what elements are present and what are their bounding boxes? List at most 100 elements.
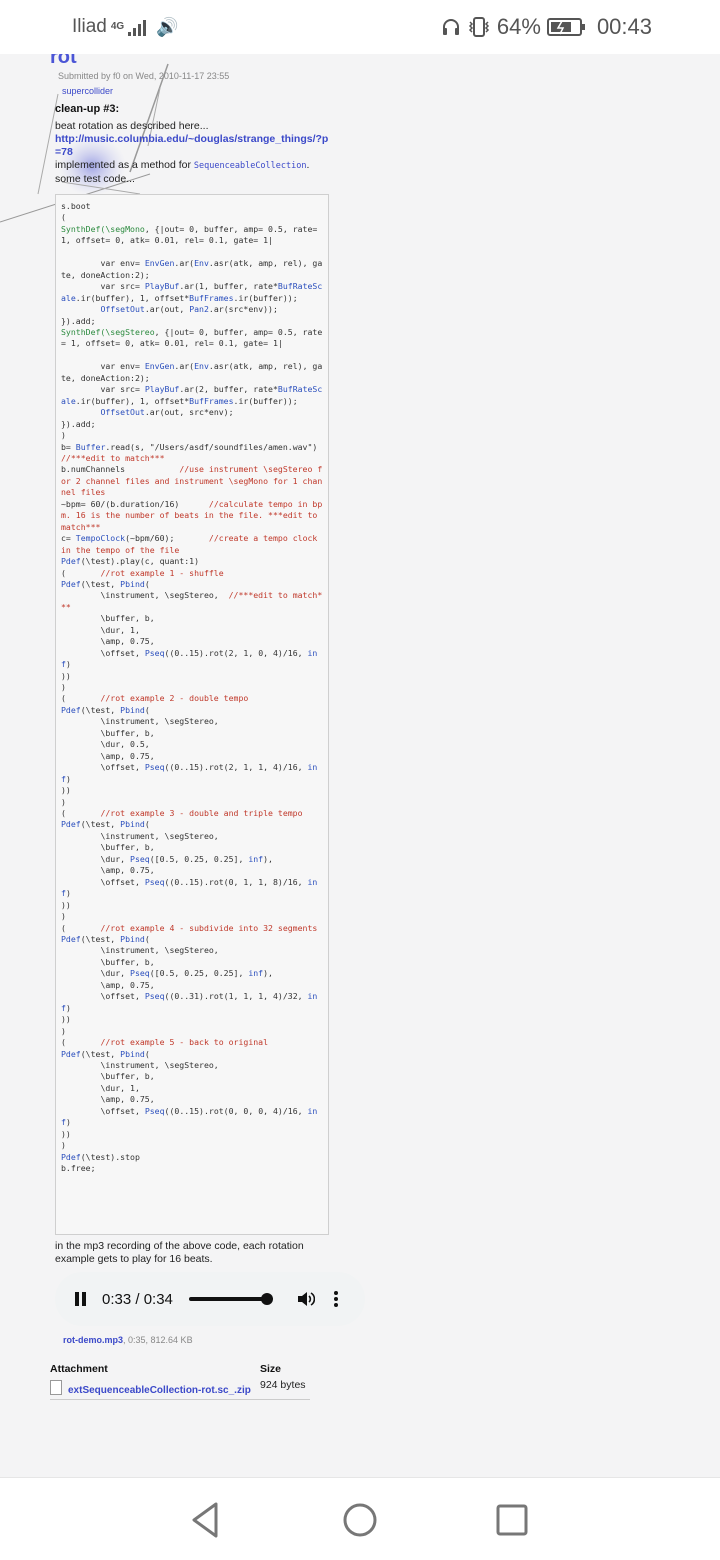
status-bar: Iliad 4G 🔊 64% 00:43	[0, 0, 720, 54]
code-line: Pdef(\test, Pbind(	[61, 819, 150, 830]
code-line: )	[61, 796, 66, 807]
status-right: 64% 00:43	[441, 14, 652, 40]
code-line: SynthDef(\segMono, {|out= 0, buffer, amp…	[61, 223, 323, 246]
code-line: ))	[61, 785, 71, 796]
code-line: ))	[61, 1128, 71, 1139]
recording-note: in the mp3 recording of the above code, …	[55, 1240, 304, 1265]
code-line: OffsetOut.ar(out, Pan2.ar(src*env));	[100, 304, 278, 315]
volume-status-icon: 🔊	[156, 16, 179, 37]
code-line: \buffer, b,	[61, 956, 155, 967]
code-line: }).add;	[61, 315, 96, 326]
code-line: b= Buffer.read(s, "/Users/asdf/soundfile…	[61, 441, 328, 463]
code-line: )	[61, 430, 66, 441]
code-line: \amp, 0.75,	[61, 1094, 155, 1105]
code-line: \instrument, \segStereo,	[61, 830, 219, 841]
code-line: OffsetOut.ar(out, src*env);	[100, 407, 234, 418]
status-left: Iliad 4G 🔊	[72, 16, 179, 38]
code-line: \amp, 0.75,	[61, 865, 155, 876]
code-line: \dur, Pseq([0.5, 0.25, 0.25], inf),	[61, 968, 273, 979]
code-line: \buffer, b,	[61, 842, 155, 853]
battery-percent: 64%	[496, 14, 541, 39]
clock: 00:43	[596, 14, 652, 39]
nav-home-icon[interactable]	[338, 1498, 382, 1542]
code-line: )	[61, 682, 66, 693]
code-line: \offset, Pseq((0..15).rot(2, 1, 1, 4)/16…	[61, 762, 318, 784]
pause-icon[interactable]	[75, 1292, 87, 1306]
code-line: b.numChannels //use instrument \segStere…	[61, 464, 323, 498]
attachment-size: 924 bytes	[260, 1379, 306, 1391]
code-line: c= TempoClock(~bpm/60); //create a tempo…	[61, 533, 323, 555]
code-line: \dur, 0.5,	[61, 739, 150, 750]
code-line: )	[61, 911, 66, 922]
column-attachment: Attachment	[50, 1363, 108, 1375]
code-line: \instrument, \segStereo, //***edit to ma…	[61, 590, 323, 612]
code-line: Pdef(\test, Pbind(	[61, 934, 150, 944]
code-line: ( //rot example 4 - subdivide into 32 se…	[61, 922, 318, 933]
code-line: ))	[61, 899, 71, 910]
code-line: )	[61, 1025, 66, 1036]
code-line: \amp, 0.75,	[61, 636, 155, 647]
code-line: \buffer, b,	[61, 727, 155, 738]
code-line: Pdef(\test, Pbind(	[61, 578, 150, 589]
network-type: 4G	[110, 21, 125, 32]
code-line: var src= PlayBuf.ar(1, buffer, rate*BufR…	[61, 281, 323, 303]
code-line: var env= EnvGen.ar(Env.asr(atk, amp, rel…	[61, 258, 323, 280]
attachments-table: Attachment Size extSequenceableCollectio…	[50, 1363, 310, 1400]
code-line: ( //rot example 1 - shuffle	[61, 567, 224, 578]
more-vert-icon[interactable]	[333, 1290, 339, 1308]
code-line: )	[61, 1140, 66, 1151]
post-heading: clean-up #3:	[55, 103, 120, 115]
attachment-link[interactable]: extSequenceableCollection-rot.sc_.zip	[68, 1385, 260, 1396]
code-line: Pdef(\test).play(c, quant:1)	[61, 556, 200, 567]
code-line: s.boot	[61, 201, 91, 211]
nav-recent-icon[interactable]	[490, 1498, 534, 1542]
carrier-name: Iliad	[72, 16, 107, 37]
code-line: ( //rot example 2 - double tempo	[61, 693, 249, 704]
code-line: var src= PlayBuf.ar(2, buffer, rate*BufR…	[61, 384, 323, 406]
code-line: ( //rot example 5 - back to original	[61, 1037, 269, 1048]
article-link[interactable]: http://music.columbia.edu/~douglas/stran…	[55, 133, 328, 158]
audio-player[interactable]: 0:33 / 0:34	[55, 1272, 365, 1326]
code-line: \instrument, \segStereo,	[61, 716, 219, 727]
class-name: SequenceableCollection	[193, 161, 307, 171]
code-line: b.free;	[61, 1163, 96, 1174]
code-line: SynthDef(\segStereo, {|out= 0, buffer, a…	[61, 326, 323, 349]
code-line: \dur, Pseq([0.5, 0.25, 0.25], inf),	[61, 853, 273, 864]
description-line: beat rotation as described here...	[55, 120, 209, 132]
signal-icon	[128, 18, 147, 36]
attachment-row: extSequenceableCollection-rot.sc_.zip 92…	[50, 1379, 310, 1400]
audio-file-info: rot-demo.mp3, 0:35, 812.64 KB	[63, 1335, 193, 1345]
vibrate-icon	[468, 17, 489, 37]
code-line: Pdef(\test).stop	[61, 1151, 140, 1162]
code-line: \instrument, \segStereo,	[61, 1059, 219, 1070]
seek-handle[interactable]	[260, 1293, 273, 1305]
code-block[interactable]: s.boot ( SynthDef(\segMono, {|out= 0, bu…	[55, 194, 329, 1235]
code-line: ))	[61, 1014, 71, 1025]
volume-icon[interactable]	[297, 1291, 315, 1307]
nav-back-icon[interactable]	[184, 1498, 228, 1542]
code-line: \offset, Pseq((0..31).rot(1, 1, 1, 4)/32…	[61, 991, 318, 1013]
code-line: \offset, Pseq((0..15).rot(2, 1, 0, 4)/16…	[61, 647, 318, 670]
seek-slider[interactable]	[188, 1293, 273, 1305]
post-description: beat rotation as described here... http:…	[55, 120, 330, 186]
playback-time: 0:33 / 0:34	[102, 1290, 173, 1308]
navigation-bar	[0, 1477, 720, 1560]
audio-file-link[interactable]: rot-demo.mp3	[63, 1335, 123, 1345]
code-line: \buffer, b,	[61, 1071, 155, 1082]
description-line: implemented as a method for Sequenceable…	[55, 159, 310, 171]
column-size: Size	[260, 1363, 282, 1375]
code-text: s.boot ( SynthDef(\segMono, {|out= 0, bu…	[61, 201, 323, 1175]
code-line: Pdef(\test, Pbind(	[61, 1048, 150, 1059]
submitted-info: Submitted by f0 on Wed, 2010-11-17 23:55	[58, 71, 230, 81]
web-page[interactable]: rot Submitted by f0 on Wed, 2010-11-17 2…	[0, 54, 720, 1477]
page-title[interactable]: rot	[50, 54, 77, 69]
file-icon	[50, 1380, 62, 1395]
code-line: \instrument, \segStereo,	[61, 945, 219, 956]
code-line: Pdef(\test, Pbind(	[61, 704, 150, 715]
code-line: var env= EnvGen.ar(Env.asr(atk, amp, rel…	[61, 361, 323, 383]
code-line: \amp, 0.75,	[61, 979, 155, 990]
tag-link[interactable]: supercollider	[62, 86, 113, 96]
code-line: ))	[61, 670, 71, 681]
headset-icon	[442, 19, 459, 35]
code-line: (	[61, 212, 66, 223]
